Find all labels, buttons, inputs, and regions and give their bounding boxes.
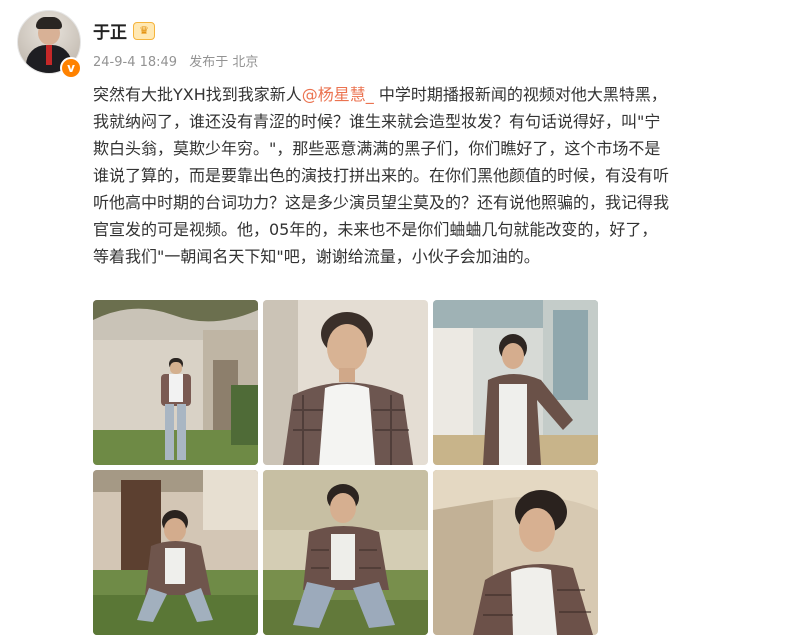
avatar-hair: [36, 17, 62, 29]
photo-2[interactable]: [263, 300, 428, 465]
post-location: 发布于 北京: [189, 55, 259, 70]
photo-4[interactable]: [93, 470, 258, 635]
photo-3[interactable]: [433, 300, 598, 465]
post-text-before: 突然有大批YXH找到我家新人: [93, 85, 302, 104]
photo-6[interactable]: [433, 470, 598, 635]
verified-v-icon: v: [60, 57, 82, 79]
mention-link[interactable]: @杨星慧_: [302, 85, 374, 104]
crown-icon[interactable]: ♛: [133, 21, 155, 40]
photo-grid: [93, 300, 598, 635]
username[interactable]: 于正: [93, 18, 127, 43]
post-timestamp[interactable]: 24-9-4 18:49: [93, 55, 177, 70]
post-text-after: 中学时期播报新闻的视频对他大黑特黑， 我就纳闷了，谁还没有青涩的时候？谁生来就会…: [93, 85, 670, 266]
photo-5[interactable]: [263, 470, 428, 635]
post-text: 突然有大批YXH找到我家新人@杨星慧_ 中学时期播报新闻的视频对他大黑特黑， 我…: [93, 81, 768, 270]
post-meta: 24-9-4 18:49 发布于 北京: [93, 51, 266, 70]
author-row: 于正 ♛: [93, 18, 155, 43]
photo-1[interactable]: [93, 300, 258, 465]
avatar-tie: [46, 45, 52, 65]
